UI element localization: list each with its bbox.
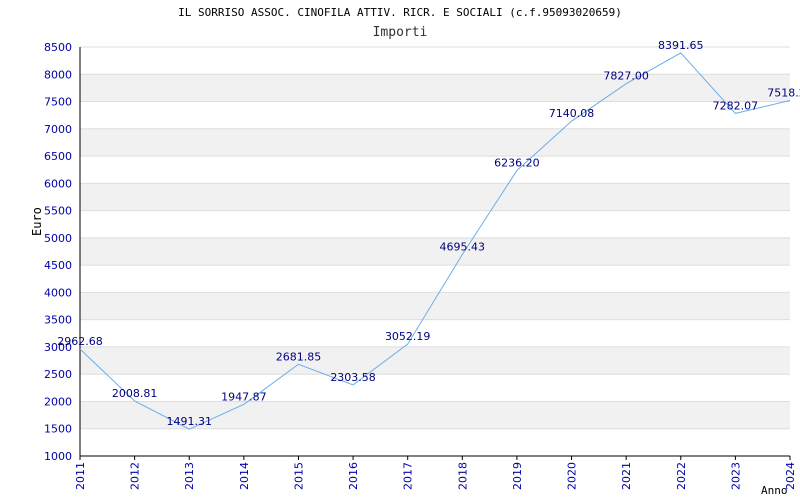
- y-tick-label: 5000: [44, 232, 72, 245]
- data-label: 7827.00: [603, 70, 649, 83]
- grid-band: [80, 237, 790, 266]
- x-tick-label: 2020: [566, 462, 579, 490]
- data-label: 4695.43: [440, 240, 486, 253]
- y-tick-label: 8000: [44, 68, 72, 81]
- y-tick-label: 4000: [44, 286, 72, 299]
- y-tick-label: 1500: [44, 423, 72, 436]
- x-tick-label: 2014: [238, 462, 251, 490]
- x-tick-label: 2017: [402, 462, 415, 490]
- line-chart: 1000150020002500300035004000450050005500…: [44, 39, 800, 490]
- y-tick-label: 2000: [44, 395, 72, 408]
- x-tick-label: 2021: [620, 462, 633, 490]
- data-label: 6236.20: [494, 156, 540, 169]
- y-tick-label: 3500: [44, 314, 72, 327]
- x-tick-label: 2012: [129, 462, 142, 490]
- data-label: 1491.31: [166, 415, 212, 428]
- data-label: 7140.08: [549, 107, 595, 120]
- grid-band: [80, 74, 790, 102]
- y-tick-label: 1000: [44, 450, 72, 463]
- data-label: 1947.87: [221, 390, 267, 403]
- x-tick-label: 2024: [784, 462, 797, 490]
- data-label: 8391.65: [658, 39, 704, 52]
- x-tick-label: 2018: [456, 462, 469, 490]
- x-tick-label: 2022: [675, 462, 688, 490]
- y-tick-label: 7500: [44, 96, 72, 109]
- x-tick-label: 2019: [511, 462, 524, 490]
- data-label: 2681.85: [276, 350, 322, 363]
- data-label: 2008.81: [112, 387, 158, 400]
- x-tick-label: 2016: [347, 462, 360, 490]
- y-tick-label: 4500: [44, 259, 72, 272]
- y-tick-label: 8500: [44, 41, 72, 54]
- grid-band: [80, 183, 790, 211]
- data-label: 3052.19: [385, 330, 431, 343]
- y-tick-label: 7000: [44, 123, 72, 136]
- data-label: 7518.20: [767, 87, 800, 100]
- y-tick-label: 2500: [44, 368, 72, 381]
- grid-band: [80, 292, 790, 320]
- x-tick-label: 2023: [729, 462, 742, 490]
- x-tick-label: 2013: [183, 462, 196, 490]
- grid-band: [80, 346, 790, 375]
- x-tick-label: 2011: [74, 462, 87, 490]
- y-tick-label: 6000: [44, 177, 72, 190]
- y-tick-label: 5500: [44, 205, 72, 218]
- data-label: 2962.68: [57, 335, 103, 348]
- grid-band: [80, 128, 790, 157]
- y-tick-label: 6500: [44, 150, 72, 163]
- x-tick-label: 2015: [292, 462, 305, 490]
- data-label: 7282.07: [713, 99, 759, 112]
- data-label: 2303.58: [330, 371, 376, 384]
